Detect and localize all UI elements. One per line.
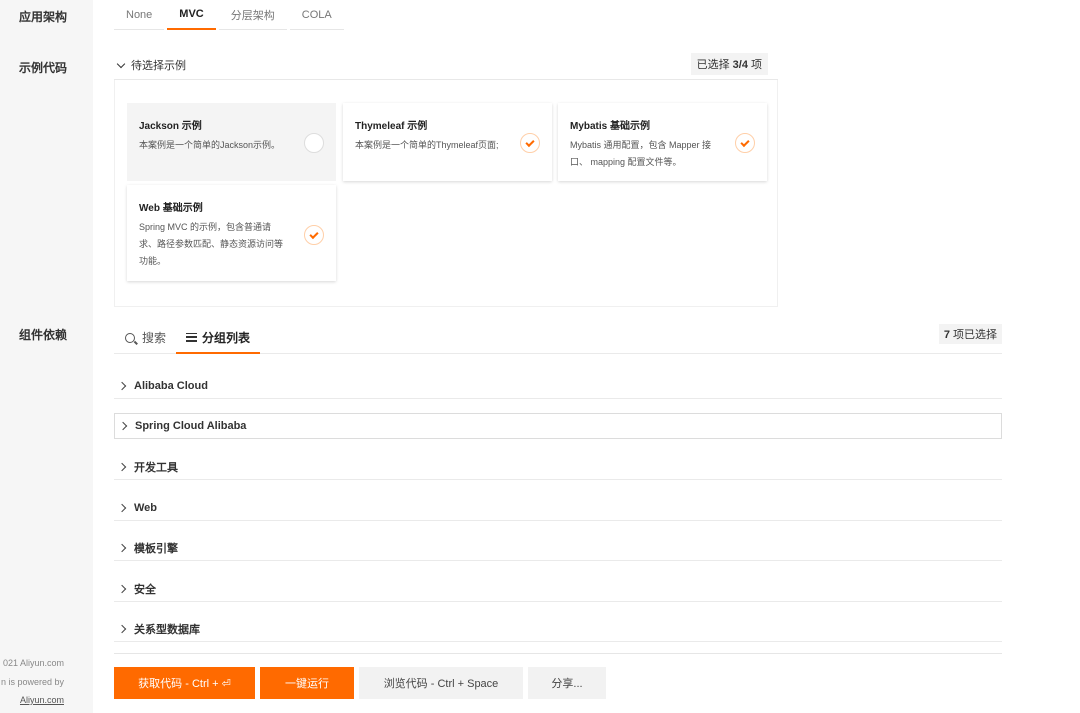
chevron-right-icon (118, 421, 128, 431)
dependency-tabs: 搜索 分组列表 7 项已选择 (114, 322, 1002, 354)
selected-prefix: 已选择 (696, 59, 733, 71)
card-title: Thymeleaf 示例 (355, 121, 428, 132)
architecture-tabs: None MVC 分层架构 COLA (114, 0, 347, 31)
arch-tab-mvc[interactable]: MVC (167, 0, 216, 30)
card-title: Web 基础示例 (139, 203, 203, 214)
dependency-selected-badge: 7 项已选择 (938, 324, 1002, 344)
group-security[interactable]: 安全 (114, 577, 1002, 602)
card-description: Mybatis 通用配置，包含 Mapper 接口、 mapping 配置文件等… (570, 140, 712, 167)
group-label: Web (134, 502, 158, 514)
chevron-right-icon (117, 381, 127, 391)
action-divider (114, 653, 1002, 654)
example-card-mybatis[interactable]: Mybatis 基础示例 Mybatis 通用配置，包含 Mapper 接口、 … (558, 103, 767, 181)
card-title: Jackson 示例 (139, 121, 202, 132)
chevron-right-icon (117, 503, 127, 513)
examples-selected-badge: 已选择 3/4 项 (690, 53, 768, 75)
group-label: Alibaba Cloud (134, 380, 208, 392)
architecture-label: 应用架构 (18, 10, 67, 24)
group-template-engine[interactable]: 模板引擎 (114, 536, 1002, 561)
card-description: Spring MVC 的示例，包含普通请求、路径参数匹配、静态资源访问等功能。 (139, 222, 284, 266)
tab-group-list[interactable]: 分组列表 (176, 322, 261, 354)
footer-copyright: 021 Aliyun.com (2, 658, 64, 668)
group-dev-tools[interactable]: 开发工具 (114, 455, 1002, 480)
chevron-right-icon (117, 462, 127, 472)
sample-code-label: 示例代码 (18, 61, 67, 75)
tab-group-list-label: 分组列表 (202, 330, 251, 345)
tab-search[interactable]: 搜索 (125, 322, 166, 353)
check-icon[interactable] (520, 133, 540, 153)
card-description: 本案例是一个简单的Thymeleaf页面; (355, 140, 499, 150)
card-description: 本案例是一个简单的Jackson示例。 (139, 140, 281, 150)
footer-powered-by: n is powered by (0, 677, 64, 687)
example-card-jackson[interactable]: Jackson 示例 本案例是一个简单的Jackson示例。 (127, 103, 336, 181)
browse-code-button[interactable]: 浏览代码 - Ctrl + Space (359, 667, 523, 699)
examples-header: 待选择示例 已选择 3/4 项 (114, 53, 778, 80)
examples-toggle-label: 待选择示例 (131, 60, 186, 72)
selected-suffix: 项 (747, 59, 762, 71)
selected-value: 3/4 (732, 59, 748, 71)
dep-selected-suffix: 项已选择 (949, 329, 997, 341)
group-label: 关系型数据库 (134, 624, 200, 636)
dependencies-label: 组件依赖 (18, 328, 67, 342)
tab-search-label: 搜索 (142, 331, 167, 345)
group-web[interactable]: Web (114, 496, 1002, 521)
sidebar: 应用架构 示例代码 组件依赖 021 Aliyun.com n is power… (0, 0, 93, 713)
group-relational-db[interactable]: 关系型数据库 (114, 617, 1002, 642)
group-alibaba-cloud[interactable]: Alibaba Cloud (114, 374, 1002, 399)
group-spring-cloud-alibaba[interactable]: Spring Cloud Alibaba (114, 413, 1002, 439)
footer-aliyun-link[interactable]: Aliyun.com (20, 695, 64, 705)
example-card-web[interactable]: Web 基础示例 Spring MVC 的示例，包含普通请求、路径参数匹配、静态… (127, 185, 336, 281)
example-card-thymeleaf[interactable]: Thymeleaf 示例 本案例是一个简单的Thymeleaf页面; (343, 103, 552, 181)
arch-tab-cola[interactable]: COLA (289, 0, 344, 30)
check-icon[interactable] (735, 133, 755, 153)
share-button[interactable]: 分享... (528, 667, 606, 699)
group-label: 模板引擎 (134, 543, 178, 555)
card-title: Mybatis 基础示例 (570, 121, 651, 132)
chevron-right-icon (117, 584, 127, 594)
check-icon[interactable] (304, 225, 324, 245)
chevron-right-icon (117, 624, 127, 634)
arch-tab-none[interactable]: None (114, 0, 165, 30)
search-icon (125, 332, 135, 343)
examples-toggle[interactable]: 待选择示例 (116, 57, 186, 73)
get-code-button[interactable]: 获取代码 - Ctrl + ⏎ (114, 667, 255, 699)
unchecked-circle-icon[interactable] (304, 133, 324, 153)
chevron-down-icon (116, 59, 126, 68)
arch-tab-layered[interactable]: 分层架构 (218, 0, 287, 30)
list-icon (186, 332, 197, 342)
group-label: 安全 (134, 584, 156, 596)
chevron-right-icon (117, 543, 127, 553)
group-label: Spring Cloud Alibaba (135, 420, 247, 432)
examples-body: Jackson 示例 本案例是一个简单的Jackson示例。 Thymeleaf… (114, 80, 778, 307)
run-button[interactable]: 一键运行 (260, 667, 354, 699)
group-label: 开发工具 (134, 462, 178, 474)
